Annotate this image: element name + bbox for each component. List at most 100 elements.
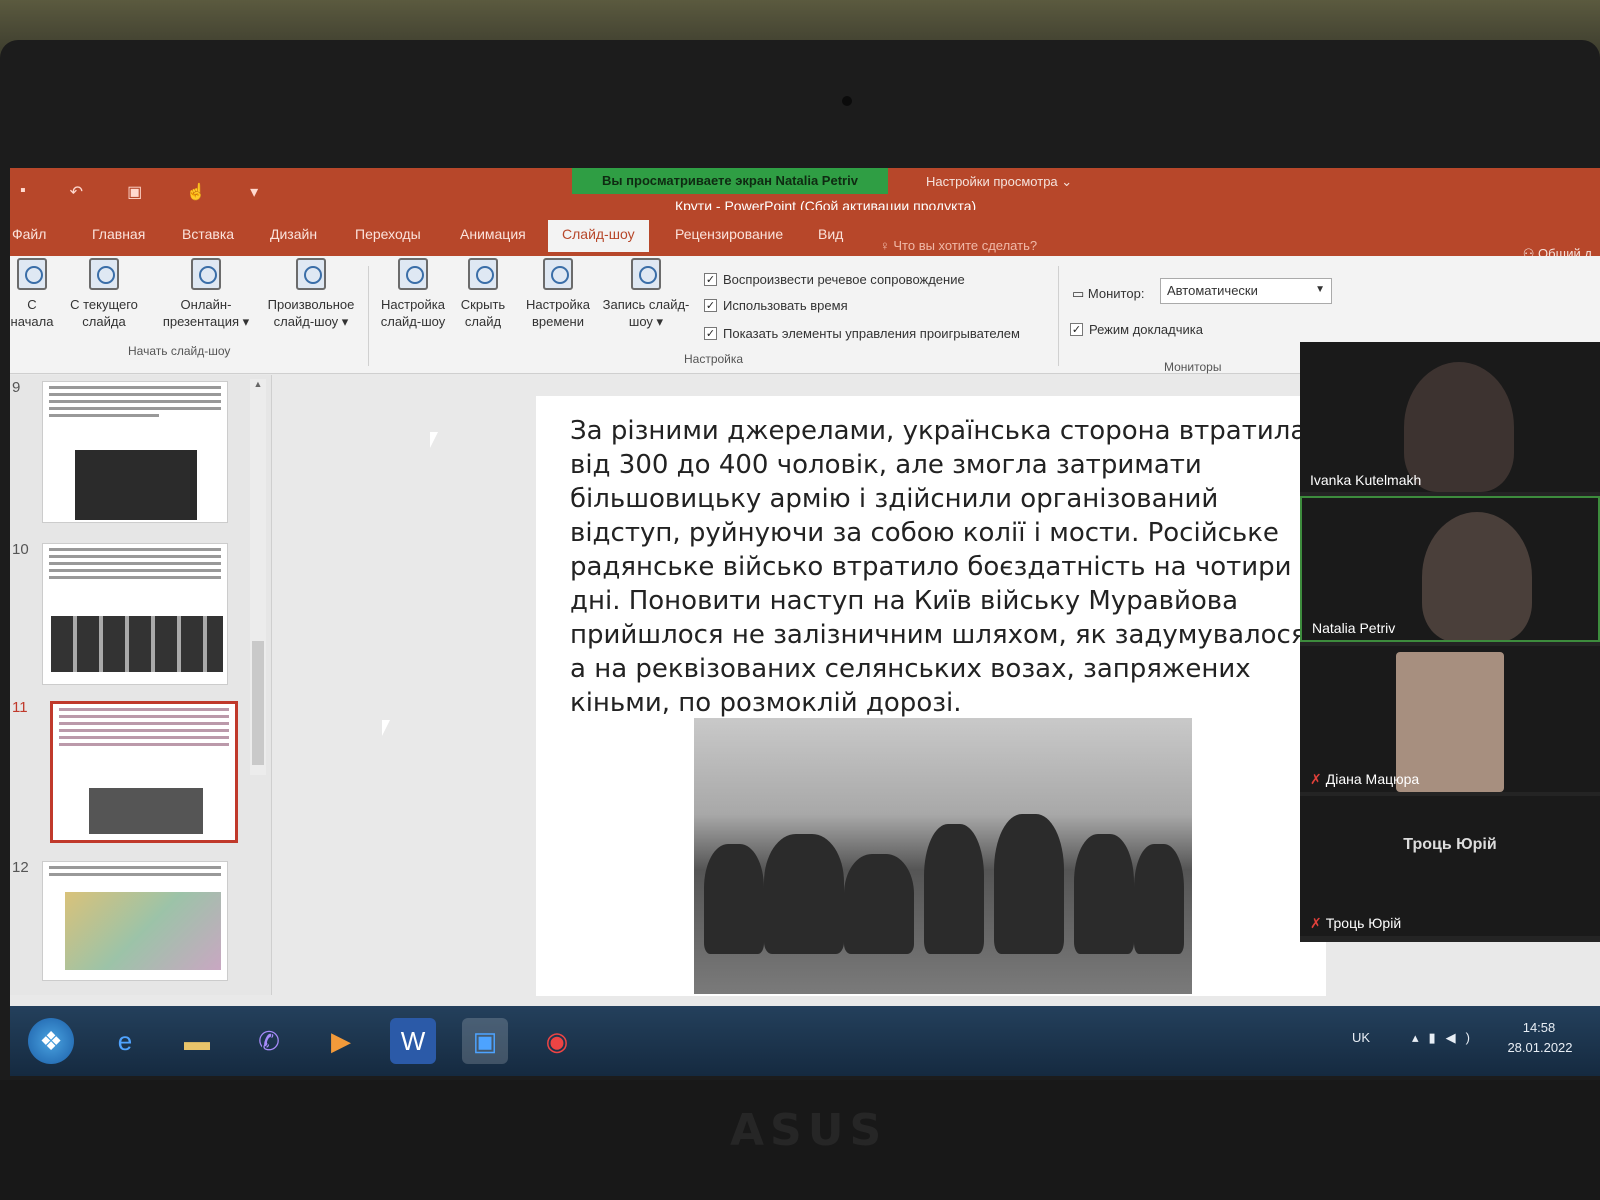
setup-icon	[398, 258, 428, 290]
thumbnail-map	[65, 892, 221, 970]
tab-transitions[interactable]: Переходы	[355, 226, 421, 242]
thumbnail-image	[51, 616, 223, 672]
tab-design[interactable]: Дизайн	[270, 226, 317, 242]
from-start-button[interactable]: С начала	[10, 258, 54, 330]
present-icon[interactable]: ▣	[127, 182, 142, 202]
play-narrations-checkbox[interactable]: ✓ Воспроизвести речевое сопровождение	[704, 272, 965, 287]
network-icon[interactable]: ▮	[1429, 1030, 1446, 1045]
muted-mic-icon: ✗	[1310, 771, 1322, 787]
notification-icon[interactable]: ▴	[1412, 1030, 1429, 1045]
tray-icons[interactable]: ▴▮◀)	[1412, 1030, 1480, 1046]
language-indicator[interactable]: UK	[1352, 1030, 1370, 1045]
thumb-number: 10	[12, 541, 29, 558]
media-player-icon[interactable]: ▶	[318, 1018, 364, 1064]
online-presentation-button[interactable]: Онлайн-презентация ▾	[156, 258, 256, 330]
slide-thumbnail-12[interactable]	[42, 861, 228, 981]
tell-me-search[interactable]: ♀ Что вы хотите сделать?	[880, 238, 1037, 253]
scroll-thumb[interactable]	[252, 641, 264, 765]
quick-access-toolbar: ▪ ↶ ▣ ☝ ▾	[20, 182, 258, 202]
start-button-icon[interactable]: ❖	[28, 1018, 74, 1064]
photo-figure	[844, 854, 914, 954]
thumbnails-scrollbar[interactable]: ▲	[250, 379, 266, 775]
use-timings-checkbox[interactable]: ✓ Использовать время	[704, 298, 848, 313]
custom-show-icon	[296, 258, 326, 290]
participant-tile[interactable]: Троць Юрій ✗ Троць Юрій	[1300, 796, 1600, 936]
view-options-menu[interactable]: Настройки просмотра ⌄	[926, 174, 1072, 190]
from-start-label: С начала	[10, 297, 54, 329]
slide-canvas[interactable]: За різними джерелами, українська сторона…	[536, 396, 1326, 996]
setup-slideshow-label: Настройка слайд-шоу	[380, 297, 446, 329]
hide-slide-icon	[468, 258, 498, 290]
use-timings-label: Использовать время	[723, 298, 848, 313]
tab-file[interactable]: Файл	[12, 226, 46, 242]
tab-home[interactable]: Главная	[92, 226, 145, 242]
hide-slide-button[interactable]: Скрыть слайд	[456, 258, 510, 330]
play-narrations-label: Воспроизвести речевое сопровождение	[723, 272, 965, 287]
webcam-icon	[842, 96, 852, 106]
participant-tile[interactable]: ✗ Діана Мацюра	[1300, 646, 1600, 792]
presenter-view-checkbox[interactable]: ✓ Режим докладчика	[1070, 322, 1203, 337]
rehearse-timings-label: Настройка времени	[526, 297, 590, 329]
tab-slideshow[interactable]: Слайд-шоу	[548, 220, 649, 252]
participant-name: Ivanka Kutelmakh	[1310, 472, 1422, 488]
chrome-icon[interactable]: ◉	[534, 1018, 580, 1064]
file-explorer-icon[interactable]: ▬	[174, 1018, 220, 1064]
participant-name: Діана Мацюра	[1325, 771, 1420, 787]
tab-insert[interactable]: Вставка	[182, 226, 234, 242]
zoom-icon[interactable]: ▣	[462, 1018, 508, 1064]
checkbox-checked-icon: ✓	[704, 327, 717, 340]
custom-slideshow-button[interactable]: Произвольное слайд-шоу ▾	[260, 258, 362, 330]
laptop-brand-logo: ASUS	[730, 1105, 888, 1156]
clock-date[interactable]: 28.01.2022	[1500, 1040, 1580, 1055]
screen: ▪ ↶ ▣ ☝ ▾ Вы просматриваете экран Natali…	[10, 168, 1600, 1076]
monitor-select[interactable]: Автоматически ▼	[1160, 278, 1332, 304]
slide-body-text[interactable]: За різними джерелами, українська сторона…	[570, 414, 1320, 720]
record-slideshow-button[interactable]: Запись слайд-шоу ▾	[598, 258, 694, 330]
slide-thumbnail-9[interactable]	[42, 381, 228, 523]
volume-icon[interactable]: ◀)	[1446, 1030, 1480, 1045]
participant-tile-active-speaker[interactable]: Natalia Petriv	[1300, 496, 1600, 642]
viber-icon[interactable]: ✆	[246, 1018, 292, 1064]
save-icon[interactable]: ▪	[20, 182, 26, 202]
globe-icon	[191, 258, 221, 290]
chevron-down-icon: ▼	[1315, 284, 1325, 295]
monitor-select-value: Автоматически	[1167, 283, 1258, 298]
tab-review[interactable]: Рецензирование	[675, 226, 783, 242]
touch-mode-icon[interactable]: ☝	[186, 182, 206, 202]
tab-view[interactable]: Вид	[818, 226, 843, 242]
monitor-label: ▭ Монитор:	[1072, 286, 1144, 302]
thumbnail-image	[75, 450, 197, 520]
slide-thumbnail-10[interactable]	[42, 543, 228, 685]
customize-qat-icon[interactable]: ▾	[250, 182, 258, 202]
slideshow-start-icon	[17, 258, 47, 290]
tab-animations[interactable]: Анимация	[460, 226, 526, 242]
rehearse-timings-button[interactable]: Настройка времени	[518, 258, 598, 330]
slide-historical-photo[interactable]	[694, 718, 1192, 994]
photo-figure	[1074, 834, 1134, 954]
media-controls-checkbox[interactable]: ✓ Показать элементы управления проигрыват…	[704, 326, 1020, 341]
muted-mic-icon: ✗	[1310, 915, 1322, 931]
participant-tile[interactable]: Ivanka Kutelmakh	[1300, 342, 1600, 492]
participant-name-row: ✗ Діана Мацюра	[1310, 771, 1419, 788]
word-icon[interactable]: W	[390, 1018, 436, 1064]
slide-thumbnails-pane: 9 10 11 12 ▲	[10, 375, 272, 995]
windows-taskbar: ❖ e ▬ ✆ ▶ W ▣ ◉ UK ▴▮◀) 14:58 28.01.2022	[10, 1006, 1600, 1076]
participant-display-name: Троць Юрій	[1403, 836, 1497, 853]
clock-time[interactable]: 14:58	[1504, 1020, 1574, 1035]
zoom-participants-panel: Ivanka Kutelmakh Natalia Petriv ✗ Діана М…	[1300, 342, 1600, 942]
slideshow-current-icon	[89, 258, 119, 290]
title-bar: ▪ ↶ ▣ ☝ ▾ Вы просматриваете экран Natali…	[10, 168, 1600, 227]
internet-explorer-icon[interactable]: e	[102, 1018, 148, 1064]
thumbnail-image	[89, 788, 203, 834]
setup-slideshow-button[interactable]: Настройка слайд-шоу	[372, 258, 454, 330]
checkbox-checked-icon: ✓	[704, 273, 717, 286]
record-slideshow-label: Запись слайд-шоу ▾	[602, 297, 690, 329]
thumb-number: 9	[12, 379, 21, 396]
tell-me-text: Что вы хотите сделать?	[893, 238, 1038, 253]
from-current-button[interactable]: С текущего слайда	[62, 258, 146, 330]
media-controls-label: Показать элементы управления проигрывате…	[723, 326, 1020, 341]
photo-figure	[1134, 844, 1184, 954]
scroll-up-icon[interactable]: ▲	[250, 379, 266, 395]
undo-icon[interactable]: ↶	[70, 182, 83, 202]
slide-thumbnail-11[interactable]	[50, 701, 238, 843]
